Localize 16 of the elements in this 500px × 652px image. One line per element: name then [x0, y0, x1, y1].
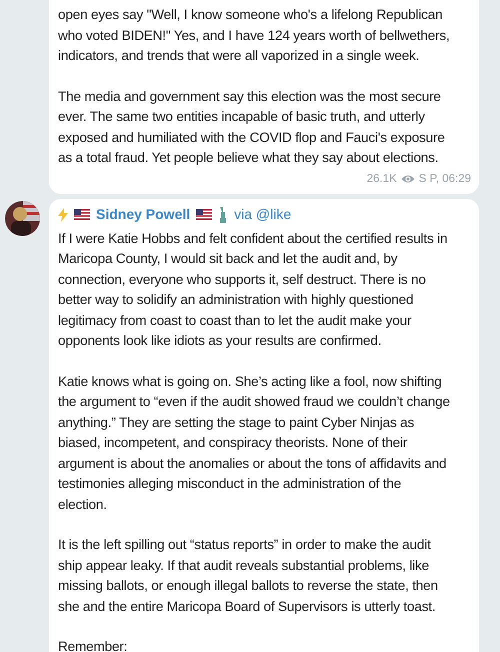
message-paragraph: It is the left spilling out “status reports” in order to make the audit ship appear leaky. If that audit reveals substantial problems, like missing ballots, or enough illegal ballots to reverse the state, then she and the entire Maricopa Board of Supervisors is utterly toast.: [58, 536, 439, 616]
eye-icon: [400, 174, 415, 184]
lightning-icon: [58, 208, 68, 222]
message-paragraph: The media and government say this election was the most secure ever. The same two entities incapable of basic truth, and utterly exposed and humiliated with the COVID flop and Fauci's exposure as a total fraud. Yet people believe what they say about elections.: [58, 88, 446, 167]
via-bot-link[interactable]: via @like: [234, 204, 292, 226]
message-paragraph: Remember:: [58, 638, 128, 652]
flag-icon: [74, 209, 90, 220]
message-paragraph: open eyes say "Well, I know someone who's a lifelong Republican who voted BIDEN!" Yes, and I have 124 years worth of bellwethers, indicators, and trends that were all vaporized in a single week.: [58, 6, 451, 65]
view-count: 26.1K: [366, 172, 397, 186]
message-time: S P, 06:29: [418, 172, 471, 186]
message-paragraph: If I were Katie Hobbs and felt confident about the certified results in Maricopa County, I would sit back and let the audit and, by connection, everyone who supports it, self destruct. There is no better way to solidify an administration with highly questioned legitimacy from coast to coast than to let the audit make your opponents look like idiots as your results are confirmed.: [58, 230, 448, 350]
message-paragraph: Katie knows what is going on. She’s acting like a fool, now shifting the argument to “even if the audit showed fraud we couldn’t change anything.” They are setting the stage to paint Cyber Ninjas as biased, incompetent, and conspiracy theorists. None of their argument is about the anomalies or about the tons of affidavits and testimonies alleging misconduct in the administration of the election.: [58, 372, 451, 514]
author-name[interactable]: Sidney Powell: [96, 204, 190, 226]
avatar: [5, 200, 40, 236]
flag-icon: [196, 209, 212, 220]
statue-icon: [218, 206, 228, 223]
